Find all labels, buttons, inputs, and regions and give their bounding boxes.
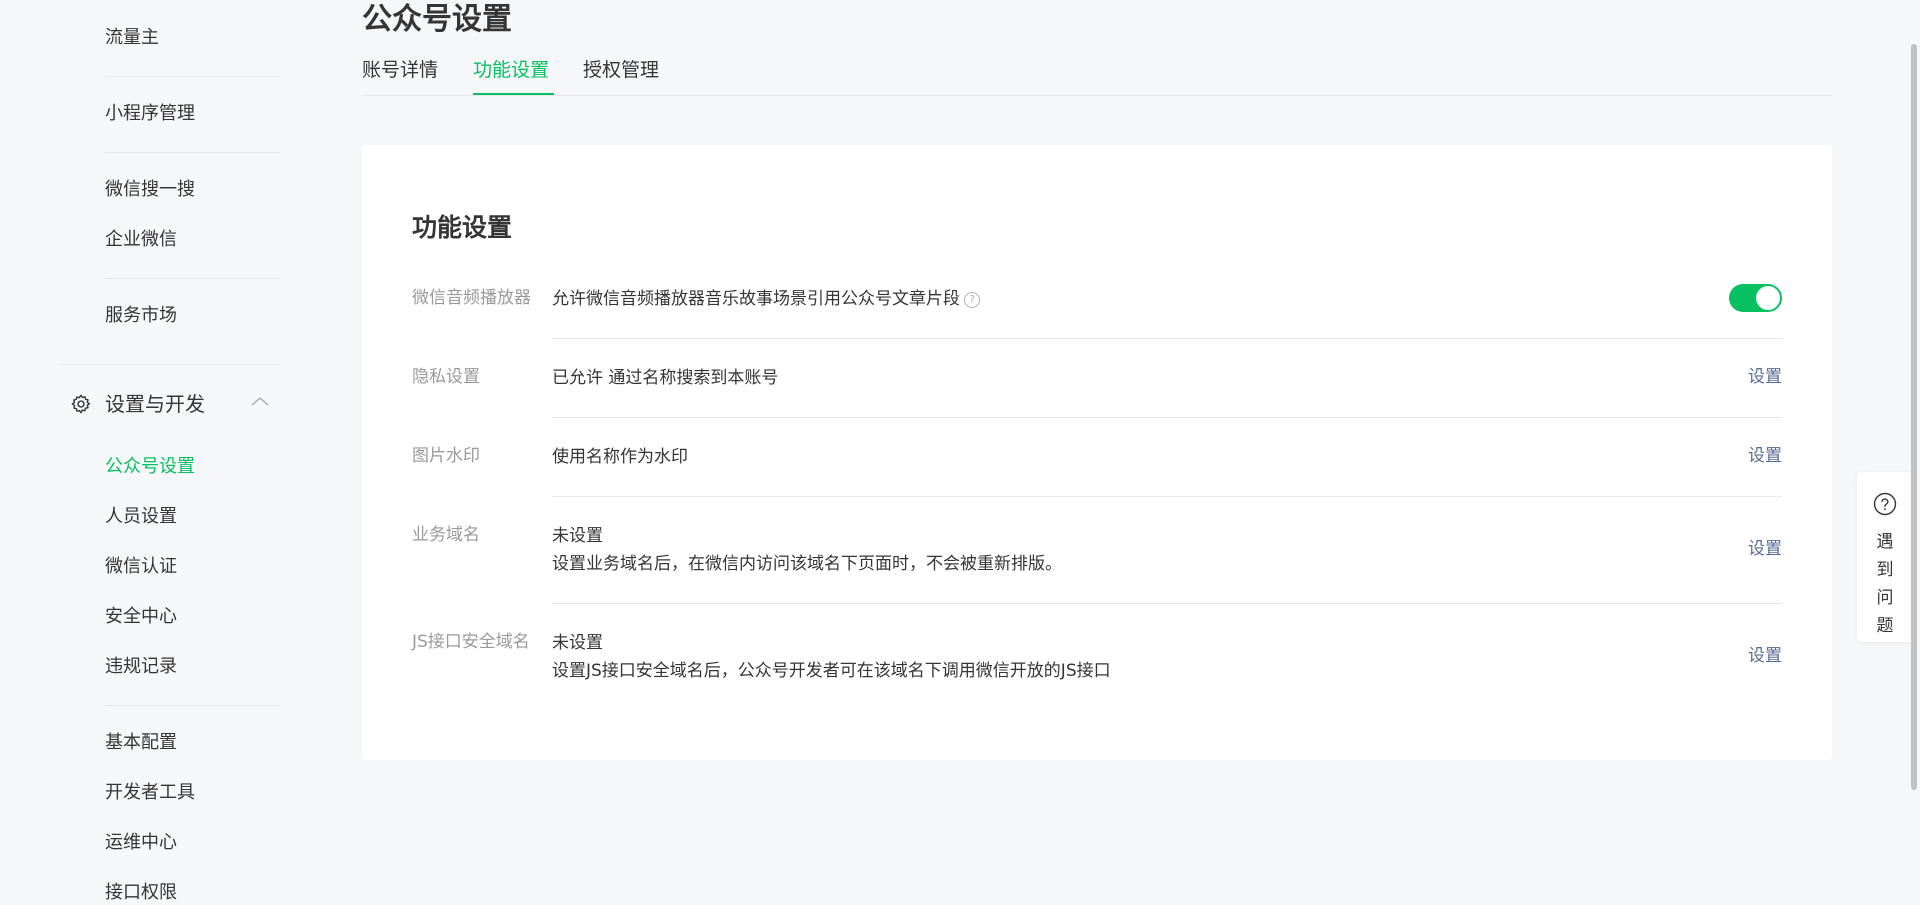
row-divider [552,496,1782,497]
page-scrollbar[interactable] [1911,44,1917,790]
setting-value: 已允许 通过名称搜索到本账号 [552,368,779,388]
sidebar-item-account-settings[interactable]: 公众号设置 [105,455,195,479]
active-tab-indicator [473,93,554,95]
setting-detail-text: 设置JS接口安全域名后，公众号开发者可在该域名下调用微信开放的JS接口 [552,661,1111,681]
setting-value: 允许微信音频播放器音乐故事场景引用公众号文章片段? [552,285,980,313]
row-divider [552,338,1782,339]
sidebar-divider [105,705,280,706]
sidebar-item-wecom[interactable]: 企业微信 [105,228,177,252]
help-float-char: 遇 [1876,532,1894,552]
sidebar-item-service-market[interactable]: 服务市场 [105,304,177,328]
card-title: 功能设置 [412,212,513,242]
help-float-label: 遇 到 问 题 [1857,528,1913,640]
row-divider [552,417,1782,418]
gear-icon [71,394,91,414]
feature-settings-card: 功能设置 微信音频播放器 允许微信音频播放器音乐故事场景引用公众号文章片段? 隐… [362,145,1832,760]
tab-account-details[interactable]: 账号详情 [362,56,438,84]
setting-value-text: 未设置 [552,526,603,546]
setting-label: 图片水印 [412,446,480,466]
sidebar-section-label: 设置与开发 [105,392,205,416]
tab-bar: 账号详情 功能设置 授权管理 [362,52,1832,96]
tab-authorization[interactable]: 授权管理 [583,56,659,84]
sidebar-divider [105,278,280,279]
privacy-settings-link[interactable]: 设置 [1748,364,1782,390]
business-domain-settings-link[interactable]: 设置 [1748,536,1782,562]
audio-player-toggle[interactable] [1729,284,1782,312]
js-domain-settings-link[interactable]: 设置 [1748,643,1782,669]
sidebar-divider [105,76,280,77]
sidebar-item-basic-config[interactable]: 基本配置 [105,731,177,755]
setting-value: 未设置 设置JS接口安全域名后，公众号开发者可在该域名下调用微信开放的JS接口 [552,629,1111,685]
setting-label: 微信音频播放器 [412,288,531,308]
sidebar-item-miniprogram[interactable]: 小程序管理 [105,102,195,126]
sidebar-item-verification[interactable]: 微信认证 [105,555,177,579]
sidebar-item-wechat-search[interactable]: 微信搜一搜 [105,178,195,202]
page-title: 公众号设置 [362,2,512,38]
help-icon[interactable]: ? [964,292,980,308]
sidebar-section-settings-dev[interactable]: 设置与开发 [70,390,280,418]
tab-feature-settings[interactable]: 功能设置 [473,56,549,84]
help-float-char: 题 [1876,616,1894,636]
question-circle-icon [1873,492,1897,516]
help-float-button[interactable]: 遇 到 问 题 [1857,472,1913,642]
sidebar-item-security-center[interactable]: 安全中心 [105,605,177,629]
setting-value: 未设置 设置业务域名后，在微信内访问该域名下页面时，不会被重新排版。 [552,522,1062,578]
help-float-char: 到 [1876,560,1894,580]
sidebar-divider [105,152,280,153]
setting-value-text: 未设置 [552,633,603,653]
setting-label: JS接口安全域名 [412,632,530,652]
sidebar: 流量主 小程序管理 微信搜一搜 企业微信 服务市场 设置与开发 公众号设置 人员… [0,0,330,903]
setting-value-text: 允许微信音频播放器音乐故事场景引用公众号文章片段 [552,289,960,309]
setting-detail-text: 设置业务域名后，在微信内访问该域名下页面时，不会被重新排版。 [552,554,1062,574]
watermark-settings-link[interactable]: 设置 [1748,443,1782,469]
sidebar-item-liuliangzhu[interactable]: 流量主 [105,26,159,50]
sidebar-item-developer-tools[interactable]: 开发者工具 [105,781,195,805]
sidebar-divider [60,364,280,365]
sidebar-item-violations[interactable]: 违规记录 [105,655,177,679]
setting-label: 业务域名 [412,525,480,545]
setting-value: 使用名称作为水印 [552,447,688,467]
sidebar-item-ops-center[interactable]: 运维中心 [105,831,177,855]
chevron-up-icon [251,397,269,406]
toggle-knob [1756,286,1780,310]
row-divider [552,603,1782,604]
sidebar-item-member-settings[interactable]: 人员设置 [105,505,177,529]
help-float-char: 问 [1876,588,1894,608]
sidebar-item-api-permissions[interactable]: 接口权限 [105,881,177,905]
setting-label: 隐私设置 [412,367,480,387]
